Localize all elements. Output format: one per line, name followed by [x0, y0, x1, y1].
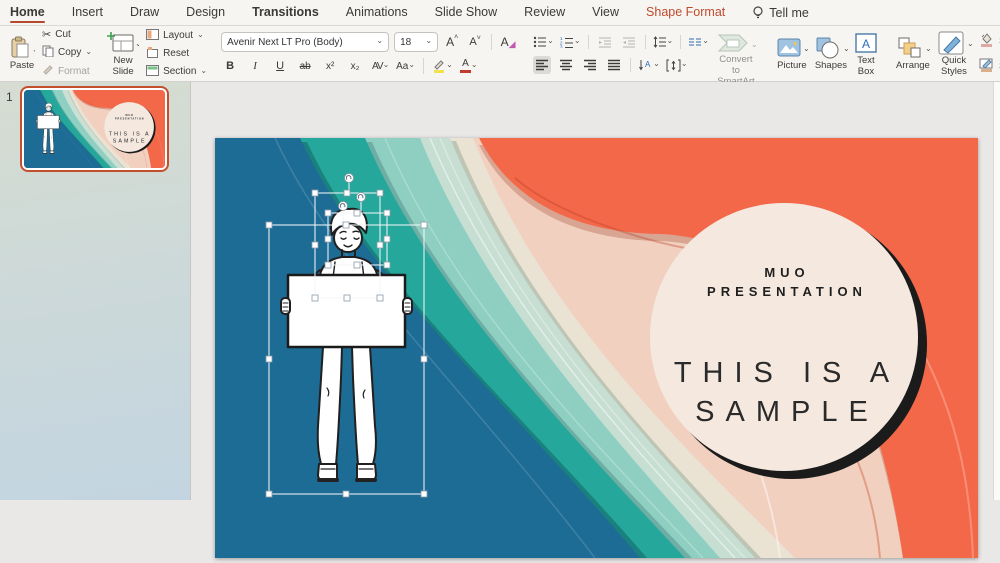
layout-icon: [146, 29, 159, 43]
tell-me-label: Tell me: [769, 6, 809, 20]
tell-me[interactable]: Tell me: [752, 6, 809, 20]
tab-slide-show[interactable]: Slide Show: [435, 1, 498, 25]
italic-button[interactable]: I: [246, 57, 264, 75]
shape-outline-button[interactable]: Shape Outline⌄: [979, 57, 1000, 75]
cut-button[interactable]: ✂Cut: [42, 28, 92, 41]
text-direction-button[interactable]: A⌄: [638, 56, 660, 74]
section-button[interactable]: Section⌄: [146, 65, 207, 79]
align-right-button[interactable]: [581, 56, 599, 74]
picture-icon: ⌄: [776, 35, 808, 61]
slide-editor[interactable]: [215, 138, 978, 558]
svg-text:3: 3: [560, 45, 563, 49]
ribbon: ⌄ Paste ✂Cut Copy⌄ Format ⌄ New Slide La…: [0, 26, 1000, 82]
shape-fill-icon: [979, 32, 994, 50]
arrange-icon: ⌄: [896, 35, 930, 61]
slide-1-thumbnail[interactable]: [20, 86, 169, 172]
svg-text:⌄: ⌄: [925, 44, 930, 53]
tab-design[interactable]: Design: [186, 1, 225, 25]
tab-review[interactable]: Review: [524, 1, 565, 25]
bullets-button[interactable]: ⌄: [533, 33, 554, 51]
svg-text:⌄: ⌄: [967, 39, 972, 48]
reset-icon: [146, 47, 159, 61]
tab-shape-format[interactable]: Shape Format: [646, 1, 725, 25]
new-slide-icon: ⌄: [107, 30, 139, 56]
tab-home[interactable]: Home: [10, 1, 45, 25]
increase-font-button[interactable]: A˄: [443, 33, 461, 51]
tab-transitions[interactable]: Transitions: [252, 1, 319, 25]
arrange-button[interactable]: ⌄ Arrange: [893, 33, 933, 73]
slide-thumbnail-panel: 1: [0, 82, 191, 500]
format-painter-button[interactable]: Format: [42, 64, 92, 79]
new-slide-button[interactable]: ⌄ New Slide: [104, 28, 142, 79]
font-name-select[interactable]: Avenir Next LT Pro (Body)⌄: [221, 32, 389, 52]
tab-animations[interactable]: Animations: [346, 1, 408, 25]
picture-button[interactable]: ⌄ Picture: [773, 33, 811, 73]
justify-button[interactable]: [605, 56, 623, 74]
vertical-scrollbar[interactable]: [993, 82, 1000, 500]
decrease-indent-button[interactable]: [596, 33, 614, 51]
copy-button[interactable]: Copy⌄: [42, 45, 92, 60]
strikethrough-button[interactable]: ab: [296, 57, 314, 75]
align-text-button[interactable]: ⌄: [666, 56, 688, 74]
arrange-group: ⌄ Arrange ⌄ Quick Styles Shape Fill⌄ Sha…: [893, 29, 1000, 78]
align-center-button[interactable]: [557, 56, 575, 74]
character-spacing-button[interactable]: AV⌄: [371, 57, 389, 75]
shape-outline-icon: [979, 57, 994, 75]
svg-text:⌄: ⌄: [751, 40, 757, 49]
format-painter-icon: [42, 64, 54, 79]
font-size-select[interactable]: 18⌄: [394, 32, 438, 52]
tab-view[interactable]: View: [592, 1, 619, 25]
quick-styles-icon: ⌄: [936, 30, 972, 56]
svg-text:A: A: [645, 60, 651, 69]
font-color-button[interactable]: A⌄: [460, 57, 478, 75]
thumbnail-preview: [24, 90, 165, 168]
svg-text:⌄: ⌄: [135, 39, 139, 48]
svg-text:⌄: ⌄: [32, 45, 35, 54]
align-left-button[interactable]: [533, 56, 551, 74]
clear-formatting-button[interactable]: A◢: [499, 33, 517, 51]
line-spacing-button[interactable]: ⌄: [653, 33, 674, 51]
increase-indent-button[interactable]: [620, 33, 638, 51]
clipboard-icon: ⌄: [9, 35, 35, 61]
slides-group: ⌄ New Slide Layout⌄ Reset Section⌄: [104, 29, 207, 78]
columns-button[interactable]: ⌄: [688, 33, 709, 51]
bold-button[interactable]: B: [221, 57, 239, 75]
shapes-button[interactable]: ⌄ Shapes: [811, 33, 851, 73]
lightbulb-icon: [752, 6, 764, 20]
slide-canvas: [191, 82, 1000, 500]
quick-styles-button[interactable]: ⌄ Quick Styles: [933, 28, 975, 79]
svg-text:⌄: ⌄: [803, 44, 808, 53]
convert-to-smartart-button[interactable]: ⌄ Convert to SmartArt: [711, 29, 761, 78]
paragraph-group: ⌄ 123⌄ ⌄ ⌄ A⌄ ⌄: [531, 29, 711, 78]
font-group: Avenir Next LT Pro (Body)⌄ 18⌄ A˄ A˅ A◢ …: [219, 29, 519, 78]
smartart-icon: ⌄: [715, 31, 757, 55]
shapes-icon: ⌄: [814, 35, 848, 61]
underline-button[interactable]: U: [271, 57, 289, 75]
paste-button[interactable]: ⌄ Paste: [6, 33, 38, 73]
tab-insert[interactable]: Insert: [72, 1, 103, 25]
shape-fill-button[interactable]: Shape Fill⌄: [979, 32, 1000, 50]
clipboard-group: ⌄ Paste ✂Cut Copy⌄ Format: [6, 29, 92, 78]
subscript-button[interactable]: x₂: [346, 57, 364, 75]
scissors-icon: ✂: [42, 28, 51, 41]
section-icon: [146, 65, 159, 79]
numbering-button[interactable]: 123⌄: [560, 33, 581, 51]
insert-group: ⌄ Picture ⌄ Shapes A Text Box: [773, 29, 881, 78]
svg-text:⌄: ⌄: [843, 44, 848, 53]
svg-text:A: A: [862, 37, 870, 51]
decrease-font-button[interactable]: A˅: [466, 33, 484, 51]
highlight-color-button[interactable]: ⌄: [432, 57, 453, 75]
layout-button[interactable]: Layout⌄: [146, 29, 207, 43]
content-area: 1: [0, 82, 1000, 500]
tab-draw[interactable]: Draw: [130, 1, 159, 25]
text-box-icon: A: [854, 30, 878, 56]
change-case-button[interactable]: Aa⌄: [396, 57, 415, 75]
menu-bar: Home Insert Draw Design Transitions Anim…: [0, 0, 1000, 26]
reset-button[interactable]: Reset: [146, 47, 207, 61]
copy-icon: [42, 45, 54, 60]
superscript-button[interactable]: x²: [321, 57, 339, 75]
text-box-button[interactable]: A Text Box: [851, 28, 881, 79]
slide-number: 1: [6, 90, 13, 104]
